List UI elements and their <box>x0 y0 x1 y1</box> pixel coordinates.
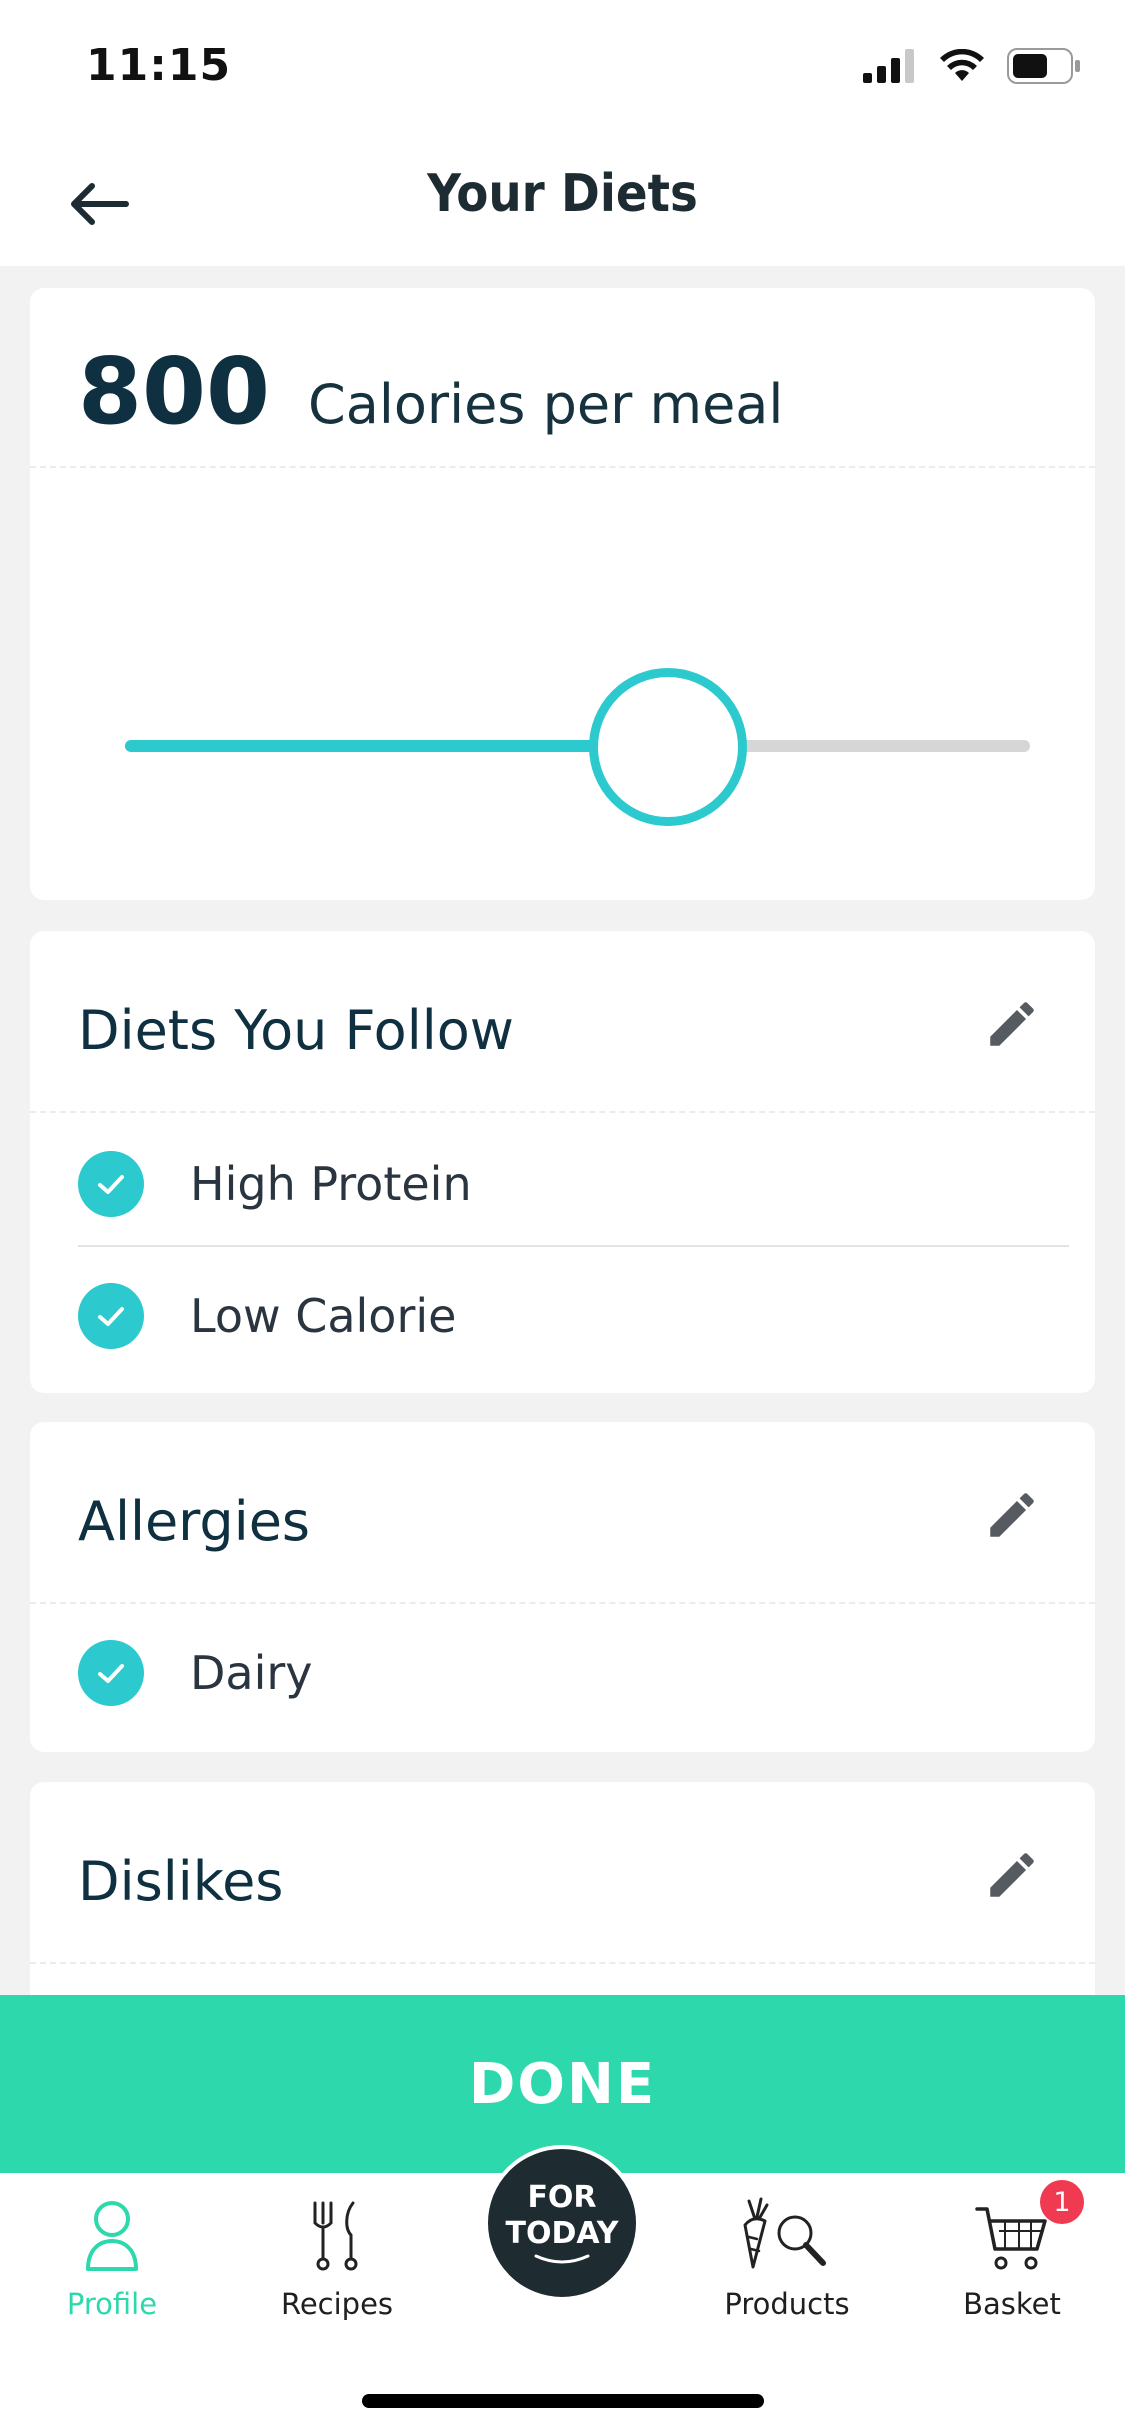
calories-slider[interactable] <box>125 668 1030 828</box>
smile-icon <box>534 2254 590 2264</box>
fork-knife-icon <box>313 2201 358 2271</box>
signal-icon <box>863 49 914 83</box>
tab-recipes[interactable]: Recipes <box>237 2193 437 2321</box>
person-icon <box>86 2201 138 2271</box>
edit-dislikes-button[interactable] <box>977 1840 1047 1910</box>
check-circle-icon <box>78 1151 144 1217</box>
carrot-search-icon <box>743 2197 826 2269</box>
list-item[interactable]: Low Calorie <box>78 1251 1069 1381</box>
home-indicator <box>362 2394 764 2408</box>
edit-diets-button[interactable] <box>977 989 1047 1059</box>
wifi-icon <box>940 49 984 81</box>
divider <box>78 1245 1069 1247</box>
calories-value: 800 <box>78 338 271 445</box>
pencil-icon <box>990 1493 1034 1537</box>
diet-label: Low Calorie <box>190 1289 457 1343</box>
divider <box>30 1962 1095 1964</box>
tab-label: Basket <box>963 2287 1061 2321</box>
tab-products[interactable]: Products <box>687 2193 887 2321</box>
for-today-button[interactable]: FOR TODAY <box>484 2145 640 2301</box>
pencil-icon <box>990 1853 1034 1897</box>
battery-icon <box>1007 48 1080 84</box>
allergies-title: Allergies <box>78 1490 311 1553</box>
page-title: Your Diets <box>427 164 698 224</box>
done-label: DONE <box>468 2051 657 2117</box>
diets-card: Diets You Follow High Protein Low Calori… <box>30 931 1095 1393</box>
for-today-label: FOR <box>527 2180 597 2215</box>
divider <box>30 1111 1095 1113</box>
slider-thumb[interactable] <box>589 668 747 826</box>
diets-title: Diets You Follow <box>78 999 514 1062</box>
tab-label: Profile <box>66 2287 158 2321</box>
for-today-label: TODAY <box>505 2216 619 2251</box>
status-icons <box>863 48 1081 84</box>
basket-count-badge: 1 <box>1040 2180 1084 2224</box>
check-circle-icon <box>78 1640 144 1706</box>
status-time: 11:15 <box>86 40 232 91</box>
check-circle-icon <box>78 1283 144 1349</box>
edit-allergies-button[interactable] <box>977 1480 1047 1550</box>
dislikes-title: Dislikes <box>78 1850 284 1913</box>
divider <box>30 466 1095 468</box>
list-item[interactable]: High Protein <box>78 1119 1069 1249</box>
diet-label: High Protein <box>190 1157 472 1211</box>
tab-profile[interactable]: Profile <box>12 2193 212 2321</box>
list-item[interactable]: Dairy <box>78 1608 1069 1738</box>
tab-label: Recipes <box>280 2287 394 2321</box>
tab-label: Products <box>724 2287 850 2321</box>
status-bar: 11:15 <box>0 0 1125 136</box>
pencil-icon <box>990 1002 1034 1046</box>
allergies-card: Allergies Dairy <box>30 1422 1095 1752</box>
nav-bar: Your Diets <box>0 136 1125 266</box>
divider <box>30 1602 1095 1604</box>
cart-icon <box>975 2207 1047 2270</box>
calories-row: 800 Calories per meal <box>78 338 783 445</box>
calories-card: 800 Calories per meal <box>30 288 1095 900</box>
slider-fill <box>125 740 668 752</box>
tab-basket[interactable]: Basket <box>912 2193 1112 2321</box>
allergy-label: Dairy <box>190 1646 313 1700</box>
calories-label: Calories per meal <box>308 373 784 436</box>
